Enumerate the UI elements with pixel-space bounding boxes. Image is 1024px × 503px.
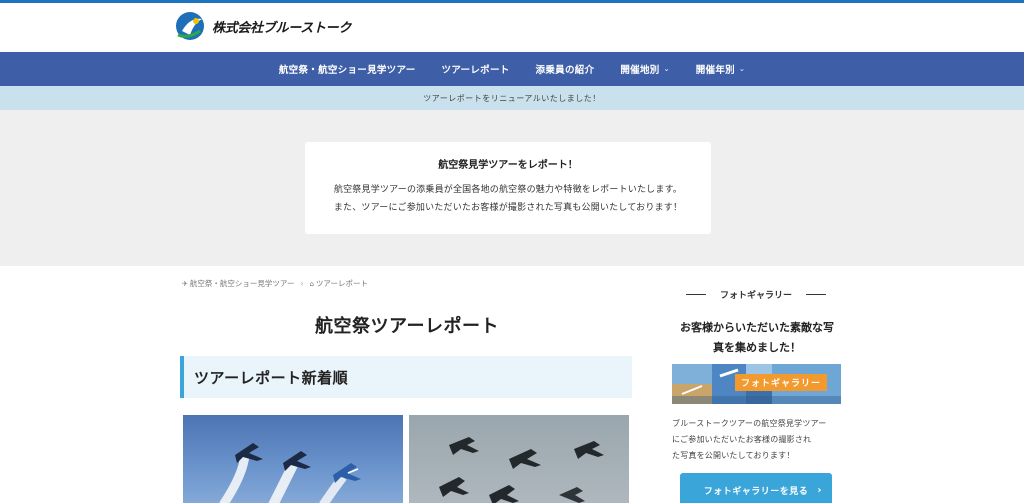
logo-text: 株式会社ブルーストーク	[212, 20, 352, 36]
section-heading: ツアーレポート新着順	[180, 356, 632, 398]
notice-text: ツアーレポートをリニューアルいたしました！	[423, 93, 601, 103]
page-title: 航空祭ツアーレポート	[315, 316, 499, 337]
f4-phantom-photo	[439, 437, 604, 503]
site-logo[interactable]: 株式会社ブルーストーク	[174, 8, 351, 44]
blue-impulse-photo	[219, 443, 361, 503]
sidebar-title: フォトギャラリー	[670, 288, 842, 301]
chevron-down-icon: ⌄	[663, 65, 670, 73]
chevron-down-icon: ⌄	[738, 65, 746, 73]
breadcrumb-separator: ›	[300, 279, 304, 288]
nav-item-conductors[interactable]: 添乗員の紹介	[523, 62, 608, 76]
breadcrumb: ✈ 航空祭・航空ショー見学ツアー › ⌂ ツアーレポート	[182, 278, 368, 289]
notice-bar[interactable]: ツアーレポートをリニューアルいたしました！	[0, 86, 1024, 110]
view-photo-gallery-button[interactable]: フォトギャラリーを見る ›	[680, 473, 832, 503]
bluestalk-logo-icon	[174, 9, 208, 43]
content-area: ✈ 航空祭・航空ショー見学ツアー › ⌂ ツアーレポート 航空祭ツアーレポート …	[0, 266, 1024, 503]
home-icon: ⌂	[309, 279, 314, 288]
sidebar-description: ブルーストークツアーの航空祭見学ツアー にご参加いただいたお客様の撮影され た写…	[672, 419, 827, 460]
banner-label: フォトギャラリー	[734, 374, 827, 391]
plane-icon: ✈	[182, 279, 188, 288]
report-thumbnail-phantom[interactable]	[409, 415, 629, 503]
nav-item-airshow-tours[interactable]: 航空祭・航空ショー見学ツアー	[266, 62, 429, 76]
site-header: 株式会社ブルーストーク	[0, 3, 1024, 52]
nav-item-tour-report[interactable]: ツアーレポート	[429, 62, 523, 76]
sidebar-catchphrase: お客様からいただいた素敵な写 真を集めました！	[680, 321, 834, 354]
hero-title: 航空祭見学ツアーをレポート！	[438, 160, 578, 171]
main-nav: 航空祭・航空ショー見学ツアー ツアーレポート 添乗員の紹介 開催地別 ⌄ 開催年…	[0, 52, 1024, 86]
report-thumbnail-blue-impulse[interactable]	[183, 415, 403, 503]
hero-card: 航空祭見学ツアーをレポート！ 航空祭見学ツアーの添乗員が全国各地の航空祭の魅力や…	[305, 142, 711, 234]
breadcrumb-item-airshow-tours[interactable]: 航空祭・航空ショー見学ツアー	[190, 278, 295, 289]
photo-gallery-banner[interactable]: フォトギャラリー	[672, 364, 841, 404]
breadcrumb-item-tour-report: ツアーレポート	[315, 279, 368, 288]
chevron-right-icon: ›	[817, 484, 822, 496]
hero-text: 航空祭見学ツアーの添乗員が全国各地の航空祭の魅力や特徴をレポートいたします。 ま…	[333, 185, 683, 213]
hero-section: 航空祭見学ツアーをレポート！ 航空祭見学ツアーの添乗員が全国各地の航空祭の魅力や…	[0, 110, 1024, 266]
nav-item-by-venue[interactable]: 開催地別 ⌄	[607, 62, 682, 76]
nav-item-by-year[interactable]: 開催年別 ⌄	[683, 62, 758, 76]
